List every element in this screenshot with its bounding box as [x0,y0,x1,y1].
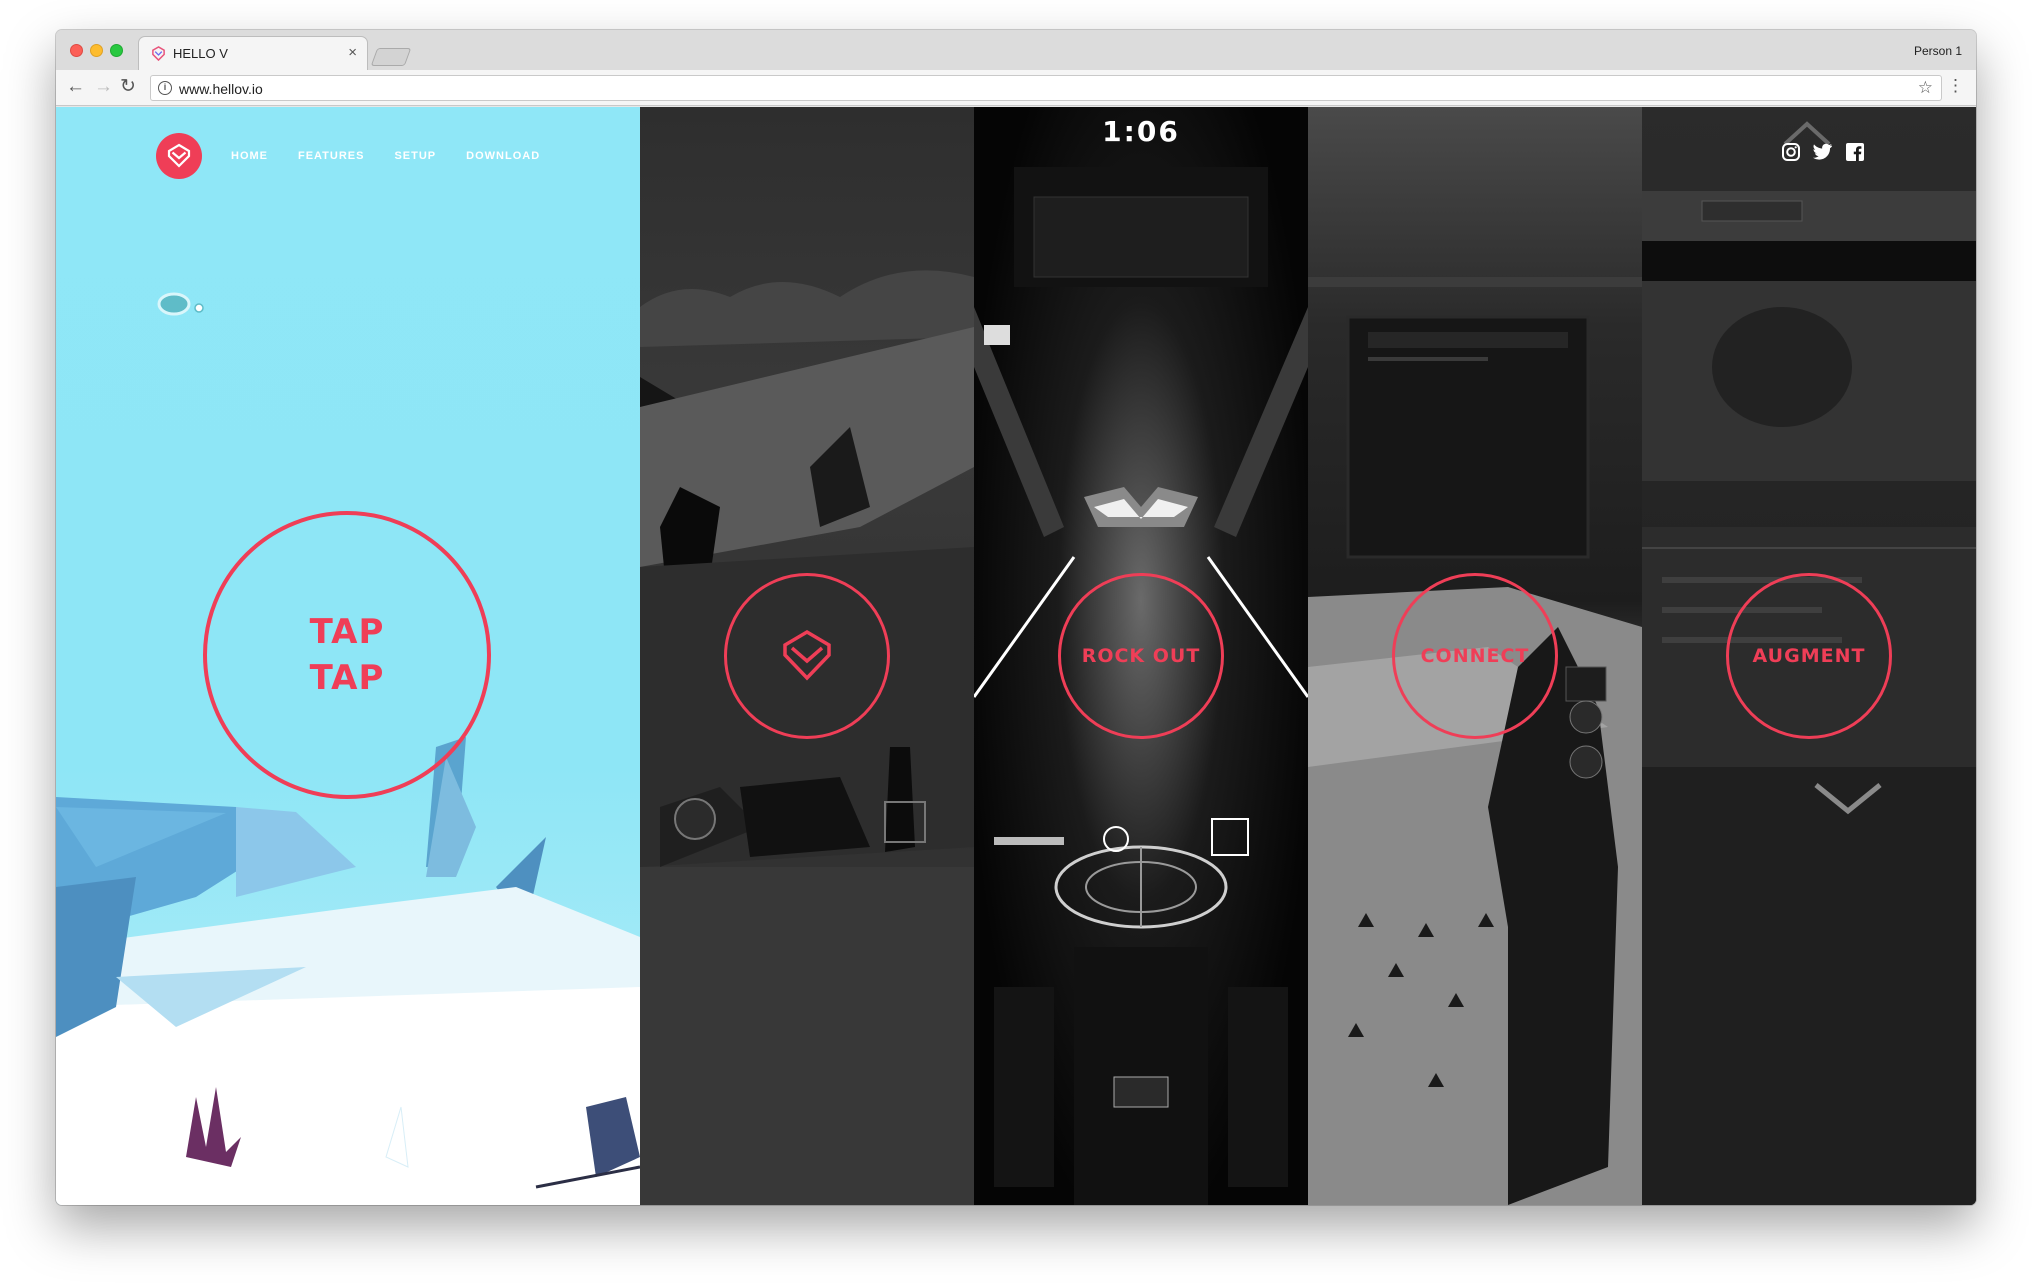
twitter-icon[interactable] [1812,141,1834,163]
nav-features-link[interactable]: FEATURES [298,150,364,162]
hellov-circle-button[interactable] [724,573,890,739]
facebook-icon[interactable] [1844,141,1866,163]
augment-button[interactable]: AUGMENT [1726,573,1892,739]
browser-toolbar: ← → ↻ i www.hellov.io ☆ ⋮ [56,70,1976,106]
instagram-icon[interactable] [1780,141,1802,163]
rock-out-button[interactable]: ROCK OUT [1058,573,1224,739]
connect-label: CONNECT [1420,645,1530,667]
new-tab-button[interactable] [370,48,412,66]
info-icon[interactable]: i [158,81,172,95]
maximize-window-button[interactable] [110,44,123,57]
browser-tab[interactable]: HELLO V × [138,36,368,70]
social-links [1780,141,1866,163]
browser-window: HELLO V × Person 1 ← → ↻ i www.hellov.io… [56,30,1976,1205]
bookmark-star-icon[interactable]: ☆ [1918,78,1933,98]
tap-tap-button[interactable]: TAP TAP [203,511,491,799]
tap-line-2: TAP [309,658,385,698]
connect-panel: CONNECT [1308,107,1642,1205]
tab-title: HELLO V [173,46,228,61]
nav-home-link[interactable]: HOME [231,150,268,162]
url-text[interactable]: www.hellov.io [179,81,263,97]
nav-download-link[interactable]: DOWNLOAD [466,150,540,162]
reload-icon[interactable]: ↻ [120,77,136,97]
forward-arrow-icon[interactable]: → [94,77,113,97]
rock-out-panel: 1:06 ROCK OUT [974,107,1308,1205]
rock-out-label: ROCK OUT [1081,645,1201,667]
logo-panel [640,107,974,1205]
nav-setup-link[interactable]: SETUP [394,150,436,162]
close-window-button[interactable] [70,44,83,57]
back-arrow-icon[interactable]: ← [66,77,85,97]
tab-close-icon[interactable]: × [348,44,357,61]
hellov-logo-icon [783,629,831,681]
more-menu-icon[interactable]: ⋮ [1947,77,1964,95]
profile-button[interactable]: Person 1 [1914,44,1962,58]
hellov-logo-icon[interactable] [156,133,202,179]
tap-line-1: TAP [309,612,385,652]
tab-strip: HELLO V × Person 1 [56,30,1976,70]
time-display: 1:06 [1102,115,1180,148]
address-bar[interactable]: i www.hellov.io ☆ [150,75,1942,101]
minimize-window-button[interactable] [90,44,103,57]
hellov-favicon-icon [152,46,165,61]
augment-panel: AUGMENT [1642,107,1976,1205]
augment-label: AUGMENT [1752,645,1866,667]
connect-button[interactable]: CONNECT [1392,573,1558,739]
page-viewport: HOME FEATURES SETUP DOWNLOAD TAP TAP 1:0… [56,107,1976,1205]
hero-panel: HOME FEATURES SETUP DOWNLOAD TAP TAP [56,107,640,1205]
chevron-down-icon[interactable] [1812,781,1884,815]
main-nav: HOME FEATURES SETUP DOWNLOAD [231,150,540,162]
